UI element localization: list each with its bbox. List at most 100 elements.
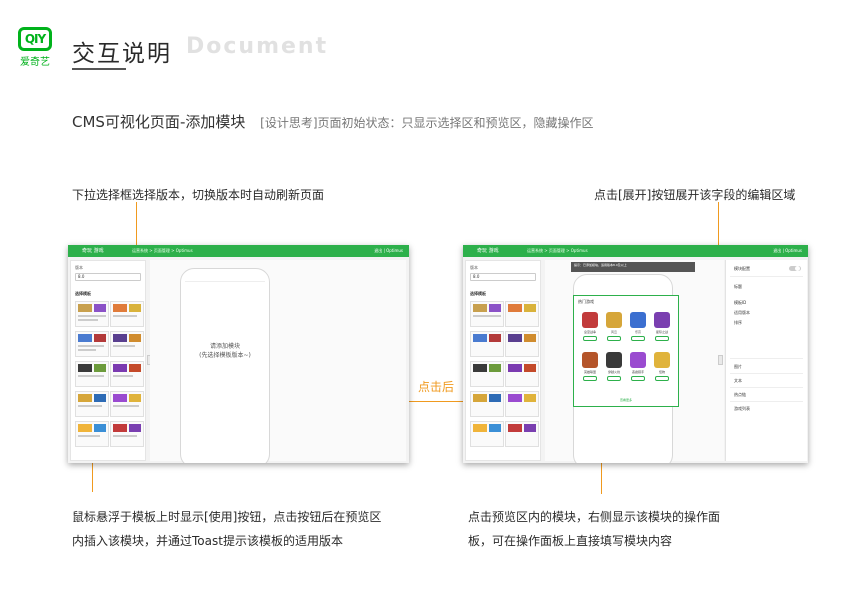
template-sidebar: 版本 8.0 选择模板 — [70, 260, 146, 461]
panel-toggle-switch[interactable] — [789, 266, 801, 271]
template-section-label: 选择模板 — [75, 291, 91, 296]
toast-message: 提示：已添加模块，适用版本8.0及以上 — [571, 262, 695, 272]
game-name: 风云 — [610, 330, 617, 334]
template-thumb[interactable] — [470, 421, 504, 447]
version-select[interactable]: 8.0 — [75, 273, 141, 281]
template-thumb[interactable] — [110, 331, 144, 357]
user-menu[interactable]: 退出 | Optimus — [773, 248, 802, 254]
breadcrumb: 运营系统 > 页面管理 > Optimus — [132, 248, 193, 253]
caption-hover-use-2: 内插入该模块，并通过Toast提示该模板的适用版本 — [72, 534, 343, 548]
template-thumb[interactable] — [75, 421, 109, 447]
download-button[interactable] — [655, 336, 669, 341]
selected-module[interactable]: 热门游戏 皇室战争 风云 乐高 星际之战 英雄联盟 穿越火线 恶魔猎手 怪物 查… — [573, 295, 679, 407]
template-thumb[interactable] — [470, 301, 504, 327]
game-icon — [582, 352, 598, 368]
game-icon — [630, 312, 646, 328]
panel-section-expand[interactable]: 文本 — [734, 378, 742, 384]
template-sidebar: 版本 8.0 选择模板 — [465, 260, 541, 461]
game-icon — [654, 352, 670, 368]
empty-title: 请添加模块 — [209, 343, 240, 350]
game-name: 英雄联盟 — [583, 370, 596, 374]
design-note: [设计思考]页面初始状态：只显示选择区和预览区，隐藏操作区 — [260, 116, 594, 130]
template-thumb[interactable] — [110, 301, 144, 327]
operation-panel: 模块配置 标题 模板ID 适用版本 排序 图片 文本 热点链 游戏列表 — [725, 260, 807, 461]
download-button[interactable] — [631, 376, 645, 381]
template-thumb[interactable] — [505, 421, 539, 447]
arrow-label: 点击后 — [418, 380, 455, 394]
game-name: 怪物 — [658, 370, 665, 374]
panel-title: 模块配置 — [734, 266, 750, 271]
top-nav-bar: 奇玩 游戏 运营系统 > 页面管理 > Optimus 退出 | Optimus — [463, 245, 808, 257]
template-thumb[interactable] — [470, 391, 504, 417]
game-name: 乐高 — [634, 330, 641, 334]
logo-wordmark: 爱奇艺 — [20, 57, 50, 68]
empty-hint: (先选择模板版本~) — [199, 352, 251, 359]
user-menu[interactable]: 退出 | Optimus — [374, 248, 403, 254]
template-thumb[interactable] — [505, 361, 539, 387]
game-icon — [606, 312, 622, 328]
panel-collapse-toggle[interactable] — [718, 355, 723, 365]
template-thumb[interactable] — [75, 331, 109, 357]
game-icon — [654, 312, 670, 328]
version-label: 版本 — [75, 265, 83, 270]
brand-label: 奇玩 游戏 — [477, 248, 499, 254]
template-thumb[interactable] — [110, 421, 144, 447]
phone-frame: 请添加模块 (先选择模板版本~) — [180, 268, 270, 463]
template-thumb[interactable] — [110, 361, 144, 387]
template-thumb[interactable] — [75, 391, 109, 417]
breadcrumb: 运营系统 > 页面管理 > Optimus — [527, 248, 588, 253]
divider — [730, 387, 803, 388]
iqiyi-logo: QIY 爱奇艺 — [18, 27, 52, 68]
download-button[interactable] — [583, 376, 597, 381]
logo-mark: QIY — [18, 27, 52, 51]
screenshot-after-click: 奇玩 游戏 运营系统 > 页面管理 > Optimus 退出 | Optimus… — [463, 245, 808, 463]
panel-section-expand[interactable]: 图片 — [734, 364, 742, 370]
panel-field: 模板ID — [734, 300, 747, 305]
download-button[interactable] — [607, 336, 621, 341]
section-title: CMS可视化页面-添加模块 — [72, 113, 246, 131]
template-thumb[interactable] — [470, 331, 504, 357]
template-thumb[interactable] — [505, 391, 539, 417]
template-thumb[interactable] — [505, 331, 539, 357]
download-button[interactable] — [607, 376, 621, 381]
page-title-en: Document — [186, 34, 329, 59]
game-name: 穿越火线 — [607, 370, 620, 374]
section-heading: CMS可视化页面-添加模块 [设计思考]页面初始状态：只显示选择区和预览区，隐藏… — [72, 111, 594, 132]
caption-version-select: 下拉选择框选择版本，切换版本时自动刷新页面 — [72, 188, 325, 202]
template-thumb[interactable] — [505, 301, 539, 327]
download-button[interactable] — [631, 336, 645, 341]
panel-section-expand[interactable]: 游戏列表 — [734, 406, 750, 412]
version-select[interactable]: 8.0 — [470, 273, 536, 281]
panel-field: 标题 — [734, 284, 742, 289]
game-icon — [630, 352, 646, 368]
game-name: 星际之战 — [655, 330, 668, 334]
divider — [730, 401, 803, 402]
caption-module-panel-2: 板，可在操作面板上直接填写模块内容 — [468, 534, 673, 548]
module-title: 热门游戏 — [578, 299, 594, 304]
game-name: 恶魔猎手 — [631, 370, 644, 374]
template-section-label: 选择模板 — [470, 291, 486, 296]
template-thumb[interactable] — [75, 301, 109, 327]
screenshot-initial-state: 奇玩 游戏 运营系统 > 页面管理 > Optimus 退出 | Optimus… — [68, 245, 409, 463]
download-button[interactable] — [583, 336, 597, 341]
panel-field: 排序 — [734, 320, 742, 325]
template-thumb[interactable] — [470, 361, 504, 387]
title-underline — [72, 68, 126, 70]
caption-module-panel-1: 点击预览区内的模块，右侧显示该模块的操作面 — [468, 510, 721, 524]
panel-section-expand[interactable]: 热点链 — [734, 392, 746, 398]
brand-label: 奇玩 游戏 — [82, 248, 104, 254]
template-thumb[interactable] — [110, 391, 144, 417]
template-thumb[interactable] — [75, 361, 109, 387]
game-name: 皇室战争 — [583, 330, 596, 334]
empty-state: 请添加模块 (先选择模板版本~) — [185, 342, 265, 360]
page-title: 交互说明 — [72, 41, 172, 67]
caption-hover-use-1: 鼠标悬浮于模板上时显示[使用]按钮，点击按钮后在预览区 — [72, 510, 382, 524]
divider — [730, 276, 803, 277]
game-icon — [606, 352, 622, 368]
preview-area: 请添加模块 (先选择模板版本~) — [150, 260, 406, 463]
module-more-link[interactable]: 查看更多 — [574, 398, 678, 402]
game-icon — [582, 312, 598, 328]
panel-field: 适用版本 — [734, 310, 750, 315]
download-button[interactable] — [655, 376, 669, 381]
caption-expand-button: 点击[展开]按钮展开该字段的编辑区域 — [594, 188, 796, 202]
